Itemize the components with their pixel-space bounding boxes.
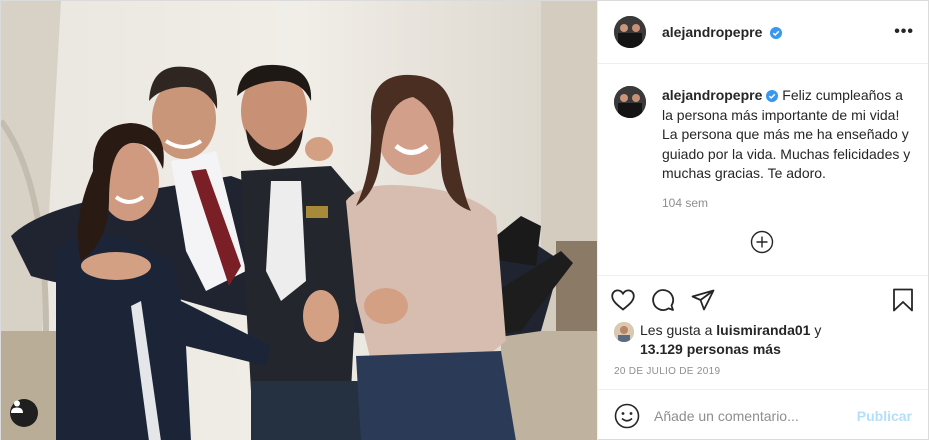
family-photo-illustration	[1, 1, 597, 440]
caption-text: alejandropepre Feliz cumpleaños a la per…	[662, 86, 912, 184]
post-header: alejandropepre •••	[598, 1, 928, 64]
post-date[interactable]: 20 DE JULIO DE 2019	[614, 366, 720, 377]
caption-username[interactable]: alejandropepre	[662, 87, 762, 103]
load-more-comments-icon[interactable]	[750, 230, 774, 254]
emoji-icon[interactable]	[614, 403, 640, 429]
post-photo[interactable]	[1, 1, 597, 440]
heart-icon[interactable]	[610, 287, 636, 313]
liker-avatar[interactable]	[614, 322, 634, 342]
author-avatar[interactable]	[614, 16, 646, 48]
author-username[interactable]: alejandropepre	[662, 24, 783, 40]
publish-button[interactable]: Publicar	[857, 408, 912, 424]
liker-username[interactable]: luismiranda01	[716, 322, 810, 338]
caption-section: alejandropepre Feliz cumpleaños a la per…	[598, 64, 928, 276]
user-tag-icon[interactable]	[10, 399, 38, 427]
action-bar	[598, 277, 928, 323]
post-side-panel: alejandropepre ••• alejandropepre Feliz …	[597, 1, 928, 440]
likes-prefix: Les gusta a	[640, 322, 717, 338]
likes-connector: y	[810, 322, 822, 338]
likes-section: Les gusta a luismiranda01 y 13.129 perso…	[614, 321, 850, 359]
caption-author-avatar[interactable]	[614, 86, 646, 118]
comment-bar: Publicar	[598, 389, 928, 440]
comment-icon[interactable]	[650, 287, 676, 313]
share-icon[interactable]	[690, 287, 716, 313]
more-options-icon[interactable]: •••	[894, 23, 914, 41]
comment-input[interactable]	[654, 407, 844, 424]
post-time-ago[interactable]: 104 sem	[662, 196, 912, 210]
likes-count[interactable]: 13.129 personas más	[640, 341, 781, 357]
bookmark-icon[interactable]	[890, 287, 916, 313]
instagram-post: alejandropepre ••• alejandropepre Feliz …	[0, 0, 929, 440]
caption-row: alejandropepre Feliz cumpleaños a la per…	[614, 86, 912, 184]
verified-badge-icon	[770, 27, 783, 39]
likes-text: Les gusta a luismiranda01 y 13.129 perso…	[640, 321, 850, 359]
verified-badge-icon	[766, 90, 779, 102]
